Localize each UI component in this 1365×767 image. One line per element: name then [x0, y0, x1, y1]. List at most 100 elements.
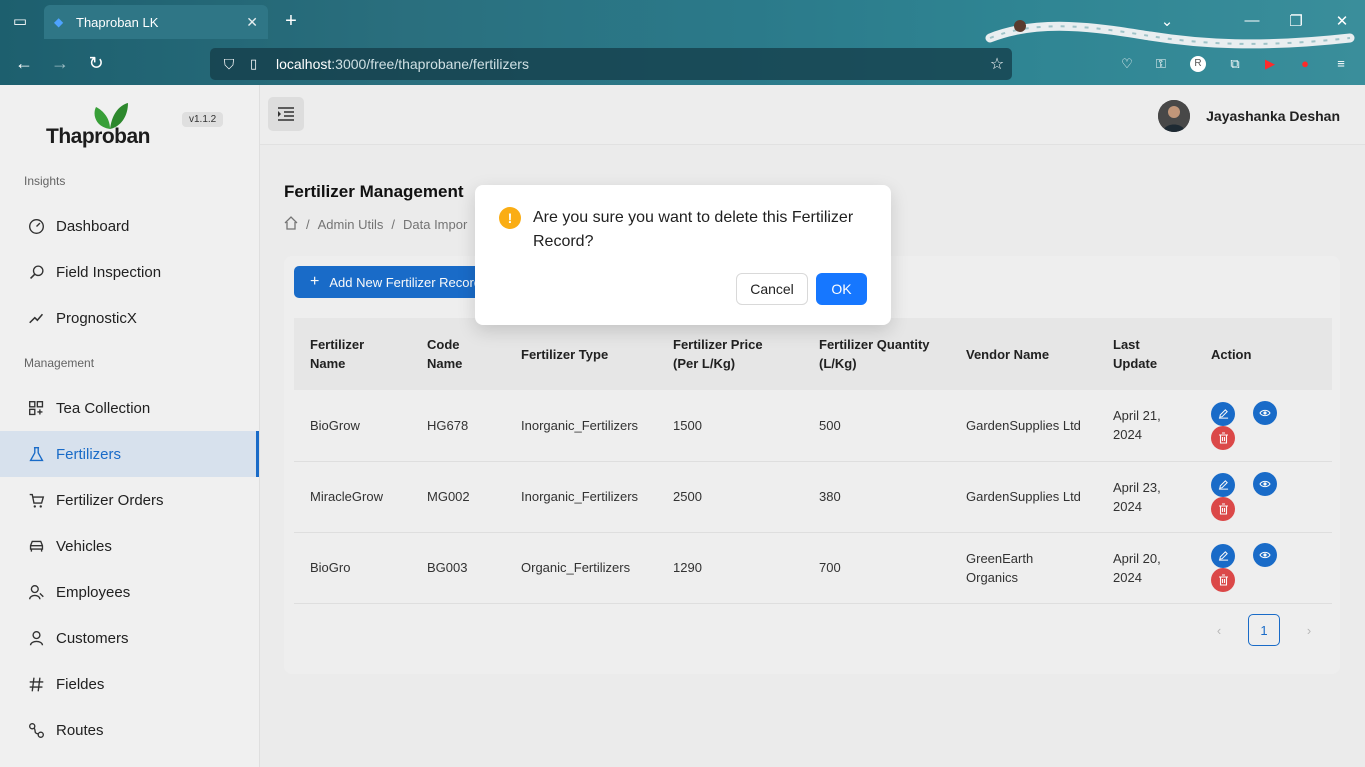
trash-icon [1218, 431, 1228, 444]
breadcrumb: / Admin Utils / Data Impor [284, 216, 467, 233]
grid-icon [26, 398, 46, 418]
cell-updated: April 21, 2024 [1097, 390, 1195, 462]
extensions-icon[interactable]: ⧉ [1224, 53, 1246, 75]
back-icon[interactable]: ← [12, 53, 36, 74]
home-icon[interactable] [284, 216, 298, 233]
dashboard-icon [26, 216, 46, 236]
sidebar-item-label: Fertilizers [56, 445, 122, 463]
cart-icon [26, 490, 46, 510]
sidebar-item-employees[interactable]: Employees [0, 569, 259, 615]
forward-icon[interactable]: → [48, 53, 72, 74]
header: Jayashanka Deshan [260, 85, 1365, 145]
add-fertilizer-button[interactable]: + Add New Fertilizer Record [294, 266, 484, 298]
browser-tab[interactable]: ◆ Thaproban LK ✕ [44, 5, 268, 39]
sidebar-item-routes[interactable]: Routes [0, 707, 259, 753]
cell-updated: April 20, 2024 [1097, 532, 1195, 604]
sidebar-item-label: Tea Collection [56, 399, 151, 417]
sidebar-item-fertilizer-orders[interactable]: Fertilizer Orders [0, 477, 259, 523]
table-header-row: Fertilizer Name Code Name Fertilizer Typ… [294, 318, 1332, 390]
cell-price: 1290 [657, 532, 803, 604]
page-button[interactable]: 1 [1248, 614, 1280, 646]
column-header: Last Update [1097, 318, 1195, 390]
view-button[interactable] [1252, 472, 1277, 497]
youtube-alt-icon[interactable]: ● [1294, 53, 1316, 75]
cell-code: HG678 [411, 390, 505, 462]
key-icon[interactable]: ⚿ [1150, 53, 1172, 75]
url-text[interactable]: localhost:3000/free/thaprobane/fertilize… [276, 56, 982, 72]
view-button[interactable] [1252, 543, 1277, 568]
thaproban-logo[interactable]: Thaproban [46, 101, 156, 151]
edit-button[interactable] [1211, 401, 1235, 426]
cell-type: Inorganic_Fertilizers [505, 390, 657, 462]
navigation-bar: ← → ↻ ⛉ ▯ localhost:3000/free/thaprobane… [0, 48, 1365, 82]
user-name: Jayashanka Deshan [1206, 108, 1340, 124]
pocket-icon[interactable]: ♡ [1116, 53, 1138, 75]
breadcrumb-item[interactable]: Data Impor [403, 217, 467, 232]
sidebar-item-dashboard[interactable]: Dashboard [0, 203, 259, 249]
brand-name: Thaproban [46, 125, 151, 148]
table-row: BioGro BG003 Organic_Fertilizers 1290 70… [294, 532, 1332, 604]
breadcrumb-item[interactable]: Admin Utils [318, 217, 384, 232]
edit-button[interactable] [1211, 543, 1235, 568]
hash-icon [26, 674, 46, 694]
extension-r-icon[interactable]: R [1190, 56, 1206, 72]
cell-quantity: 380 [803, 461, 950, 533]
reload-icon[interactable]: ↻ [84, 53, 108, 74]
sidebar-item-label: Field Inspection [56, 263, 162, 281]
menu-collapse-button[interactable] [268, 97, 304, 131]
sidebar-item-fertilizers[interactable]: Fertilizers [0, 431, 259, 477]
page-info-icon[interactable]: ▯ [250, 56, 266, 72]
table-row: MiracleGrow MG002 Inorganic_Fertilizers … [294, 461, 1332, 533]
browser-chrome: ▭ ◆ Thaproban LK ✕ + ⌄ — ❐ ✕ ← → ↻ ⛉ ▯ l… [0, 0, 1365, 85]
sidebar-item-customers[interactable]: Customers [0, 615, 259, 661]
delete-button[interactable] [1211, 496, 1235, 521]
app-menu-icon[interactable]: ≡ [1330, 53, 1352, 75]
sidebar-item-field-inspection[interactable]: Field Inspection [0, 249, 259, 295]
delete-confirm-dialog: ! Are you sure you want to delete this F… [475, 185, 891, 325]
edit-icon [1218, 551, 1228, 561]
youtube-icon[interactable]: ▶ [1259, 53, 1281, 75]
column-header: Fertilizer Type [505, 318, 657, 390]
view-button[interactable] [1252, 401, 1277, 425]
delete-button[interactable] [1211, 567, 1235, 592]
plus-icon: + [310, 273, 320, 290]
ok-button[interactable]: OK [816, 273, 867, 305]
version-badge: v1.1.2 [182, 112, 224, 127]
pagination: ‹ 1 › [1208, 614, 1320, 646]
cell-vendor: GardenSupplies Ltd [950, 461, 1097, 533]
cell-code: BG003 [411, 532, 505, 604]
section-management: Management [24, 356, 95, 370]
warning-icon: ! [499, 207, 521, 229]
cell-price: 2500 [657, 461, 803, 533]
sidebar-item-label: PrognosticX [56, 309, 137, 327]
delete-button[interactable] [1211, 425, 1235, 450]
cell-name: MiracleGrow [294, 461, 411, 533]
cell-actions [1195, 461, 1332, 533]
sidebar-item-label: Employees [56, 583, 131, 601]
cancel-button[interactable]: Cancel [736, 273, 808, 305]
address-bar[interactable]: ⛉ ▯ localhost:3000/free/thaprobane/ferti… [210, 48, 1012, 80]
tab-close-icon[interactable]: ✕ [246, 14, 258, 31]
next-page-icon[interactable]: › [1298, 623, 1320, 638]
eye-icon [1258, 409, 1271, 417]
bookmark-star-icon[interactable]: ☆ [982, 54, 1012, 74]
menu-fold-icon [278, 107, 294, 121]
cell-actions [1195, 390, 1332, 462]
user-menu[interactable]: Jayashanka Deshan [1158, 100, 1340, 132]
sidebar-item-label: Routes [56, 721, 104, 739]
new-tab-button[interactable]: + [280, 10, 302, 33]
edit-button[interactable] [1211, 472, 1235, 497]
sidebar-item-vehicles[interactable]: Vehicles [0, 523, 259, 569]
shield-icon[interactable]: ⛉ [220, 56, 238, 73]
sidebar-item-fieldes[interactable]: Fieldes [0, 661, 259, 707]
tab-overview-icon[interactable]: ▭ [10, 12, 30, 32]
table-row: BioGrow HG678 Inorganic_Fertilizers 1500… [294, 390, 1332, 462]
column-header: Fertilizer Quantity (L/Kg) [803, 318, 950, 390]
user-icon [26, 628, 46, 648]
cell-vendor: GardenSupplies Ltd [950, 390, 1097, 462]
cell-code: MG002 [411, 461, 505, 533]
prev-page-icon[interactable]: ‹ [1208, 623, 1230, 638]
sidebar-item-tea-collection[interactable]: Tea Collection [0, 385, 259, 431]
section-insights: Insights [24, 174, 66, 188]
sidebar-item-prognosticx[interactable]: PrognosticX [0, 295, 259, 341]
